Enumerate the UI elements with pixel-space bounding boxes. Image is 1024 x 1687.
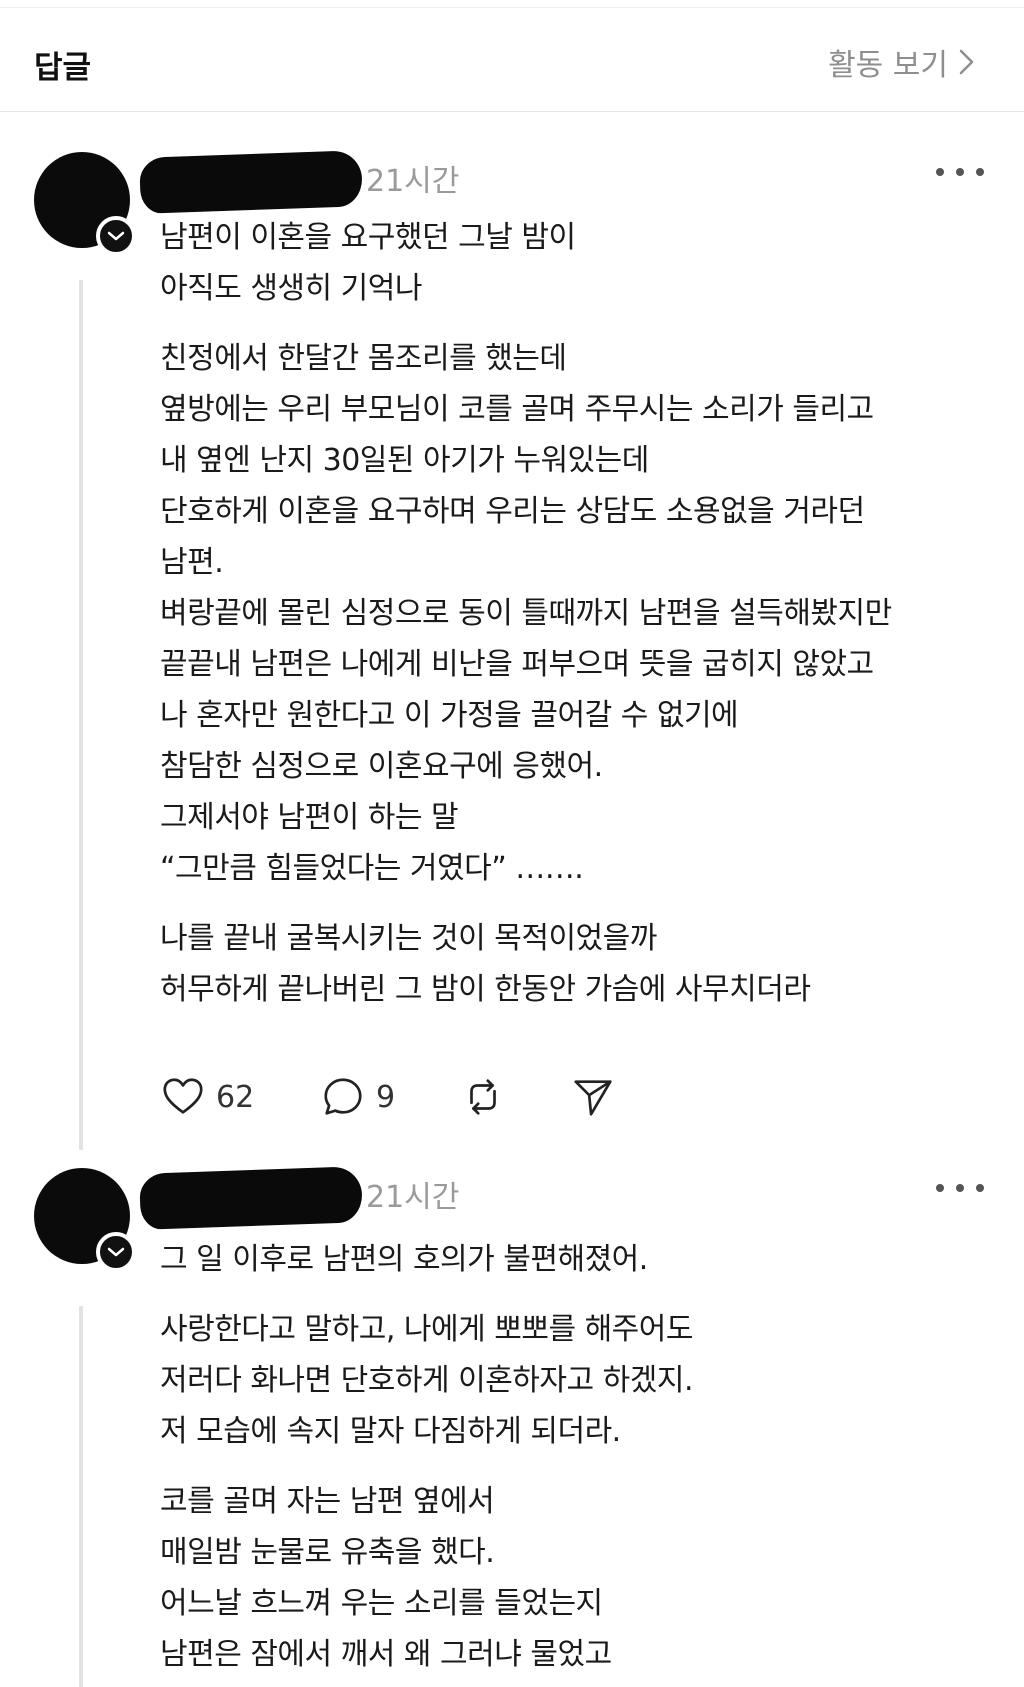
view-activity-label: 활동 보기 [828, 48, 948, 83]
username-redacted[interactable] [139, 150, 363, 214]
text-line: 내 옆엔 난지 30일된 아기가 누워있는데 [160, 443, 649, 478]
like-count: 62 [216, 1079, 255, 1115]
paragraph: 코를 골며 자는 남편 옆에서 매일밤 눈물로 유축을 했다. 어느날 흐느껴 … [160, 1476, 1000, 1680]
chevron-down-icon [107, 231, 125, 241]
text-line: 친정에서 한달간 몸조리를 했는데 [160, 341, 567, 376]
text-line: 매일밤 눈물로 유축을 했다. [160, 1535, 495, 1570]
heart-icon [163, 1078, 203, 1114]
repost-icon [470, 1079, 496, 1115]
follow-button[interactable] [96, 216, 136, 256]
text-line: 저 모습에 속지 말자 다짐하게 되더라. [160, 1414, 621, 1449]
paragraph: 그 일 이후로 남편의 호의가 불편해졌어. [160, 1234, 1000, 1285]
post-body: 그 일 이후로 남편의 호의가 불편해졌어. 사랑한다고 말하고, 나에게 뽀뽀… [160, 1234, 1000, 1687]
text-line: 그제서야 남편이 하는 말 [160, 800, 459, 835]
paragraph: 나를 끝내 굴복시키는 것이 목적이었을까 허무하게 끝나버린 그 밤이 한동안… [160, 913, 1000, 1015]
chevron-down-icon [107, 1247, 125, 1257]
text-line: 끝끝내 남편은 나에게 비난을 퍼부으며 뜻을 굽히지 않았고 [160, 647, 874, 682]
text-line: 나를 끝내 굴복시키는 것이 목적이었을까 [160, 921, 657, 956]
text-line: 저러다 화나면 단호하게 이혼하자고 하겠지. [160, 1363, 693, 1398]
paragraph: 남편이 이혼을 요구했던 그날 밤이 아직도 생생히 기억나 [160, 212, 1000, 314]
text-line: 남편은 잠에서 깨서 왜 그러냐 물었고 [160, 1637, 612, 1672]
post-body: 남편이 이혼을 요구했던 그날 밤이 아직도 생생히 기억나 친정에서 한달간 … [160, 212, 1000, 1034]
top-edge [0, 0, 1024, 8]
post-timestamp: 21시간 [366, 164, 460, 199]
comment-bubble-icon [324, 1078, 362, 1115]
share-button[interactable] [570, 1074, 616, 1120]
username-redacted[interactable] [139, 1166, 363, 1230]
follow-button[interactable] [96, 1232, 136, 1272]
post-timestamp: 21시간 [366, 1180, 460, 1215]
more-dots-icon[interactable] [936, 158, 984, 186]
text-line: 그 일 이후로 남편의 호의가 불편해졌어. [160, 1242, 648, 1277]
text-line: “그만큼 힘들었다는 거였다” ……. [160, 851, 584, 886]
view-activity-link[interactable]: 활동 보기 [828, 40, 976, 84]
text-line: 남편이 이혼을 요구했던 그날 밤이 [160, 220, 576, 255]
text-line: 나 혼자만 원한다고 이 가정을 끌어갈 수 없기에 [160, 698, 739, 733]
paragraph: 사랑한다고 말하고, 나에게 뽀뽀를 해주어도 저러다 화나면 단호하게 이혼하… [160, 1304, 1000, 1457]
text-line: 허무하게 끝나버린 그 밤이 한동안 가슴에 사무치더라 [160, 972, 811, 1007]
text-line: 사랑한다고 말하고, 나에게 뽀뽀를 해주어도 [160, 1312, 693, 1347]
text-line: 벼랑끝에 몰린 심정으로 동이 틀때까지 남편을 설득해봤지만 [160, 596, 892, 631]
thread-line [79, 280, 83, 1150]
post-actions: 62 9 [160, 1072, 616, 1122]
repost-button[interactable] [460, 1074, 570, 1120]
chevron-right-icon [959, 49, 974, 75]
text-line: 참담한 심정으로 이혼요구에 응했어. [160, 749, 603, 784]
replies-header: 답글 활동 보기 [0, 10, 1024, 112]
header-title: 답글 [34, 50, 92, 86]
thread-line [79, 1306, 83, 1687]
reply-button[interactable]: 9 [320, 1074, 460, 1120]
send-icon [574, 1080, 612, 1116]
reply-count: 9 [376, 1079, 396, 1115]
text-line: 단호하게 이혼을 요구하며 우리는 상담도 소용없을 거라던 [160, 494, 865, 529]
text-line: 옆방에는 우리 부모님이 코를 골며 주무시는 소리가 들리고 [160, 392, 874, 427]
text-line: 코를 골며 자는 남편 옆에서 [160, 1484, 495, 1519]
text-line: 아직도 생생히 기억나 [160, 271, 422, 306]
text-line: 어느날 흐느껴 우는 소리를 들었는지 [160, 1586, 603, 1621]
paragraph: 친정에서 한달간 몸조리를 했는데 옆방에는 우리 부모님이 코를 골며 주무시… [160, 333, 1000, 894]
more-dots-icon[interactable] [936, 1174, 984, 1202]
like-button[interactable]: 62 [160, 1074, 320, 1120]
text-line: 남편. [160, 545, 224, 580]
